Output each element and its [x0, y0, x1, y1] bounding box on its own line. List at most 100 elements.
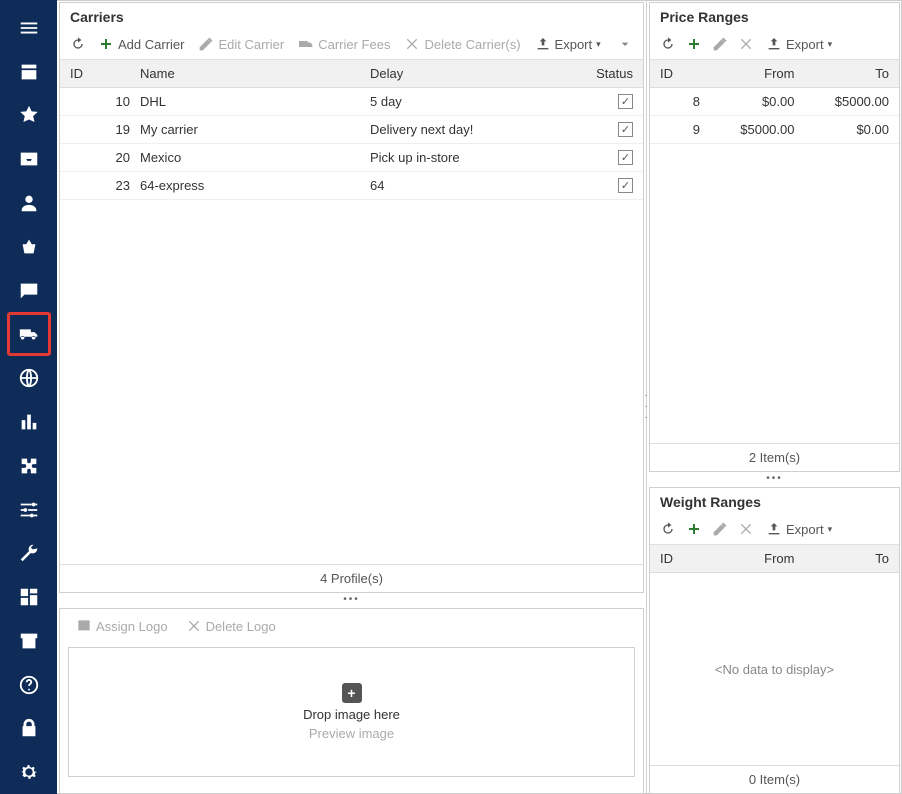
weight-ranges-panel: Weight Ranges Export ID From To <No data… [649, 487, 900, 794]
hsplit-handle[interactable]: ••• [57, 593, 646, 606]
export-carriers-button[interactable]: Export [529, 33, 607, 55]
dropzone-text: Drop image here [303, 707, 400, 722]
logo-panel: Assign Logo Delete Logo + Drop image her… [59, 608, 644, 794]
col-delay[interactable]: Delay [370, 66, 550, 81]
table-row[interactable]: 9$5000.00$0.00 [650, 116, 899, 144]
vsplit-handle[interactable]: ··· [643, 390, 649, 423]
weight-export-button[interactable]: Export [760, 518, 838, 540]
plus-icon: + [342, 683, 362, 703]
carriers-panel: Carriers Add Carrier Edit Carrier Carrie… [59, 2, 644, 593]
archive-icon[interactable] [7, 619, 51, 663]
table-row[interactable]: 2364-express64 ✓ [60, 172, 643, 200]
sidebar [0, 0, 57, 794]
lock-icon[interactable] [7, 707, 51, 751]
table-row[interactable]: 8$0.00$5000.00 [650, 88, 899, 116]
cell-status: ✓ [550, 122, 633, 137]
inbox-icon[interactable] [7, 137, 51, 181]
cell-status: ✓ [550, 94, 633, 109]
carriers-body: 10DHL5 day✓19My carrierDelivery next day… [60, 88, 643, 564]
price-add-button[interactable] [682, 33, 706, 55]
weight-footer: 0 Item(s) [650, 765, 899, 793]
delete-logo-button[interactable]: Delete Logo [180, 615, 282, 637]
cell-delay: Delivery next day! [370, 122, 550, 137]
pcol-to[interactable]: To [795, 66, 890, 81]
price-edit-button[interactable] [708, 33, 732, 55]
cell-status: ✓ [550, 178, 633, 193]
wcol-to[interactable]: To [795, 551, 890, 566]
cell-id: 9 [660, 122, 700, 137]
weight-edit-button[interactable] [708, 518, 732, 540]
cell-delay: 5 day [370, 94, 550, 109]
cell-name: Mexico [140, 150, 370, 165]
hsplit-handle-right[interactable]: ••• [647, 472, 902, 485]
status-checkbox[interactable]: ✓ [618, 94, 633, 109]
pcol-id[interactable]: ID [660, 66, 700, 81]
chart-icon[interactable] [7, 400, 51, 444]
add-carrier-button[interactable]: Add Carrier [92, 33, 190, 55]
weight-refresh-button[interactable] [656, 518, 680, 540]
col-name[interactable]: Name [140, 66, 370, 81]
status-checkbox[interactable]: ✓ [618, 150, 633, 165]
price-title: Price Ranges [650, 3, 899, 29]
cell-id: 19 [70, 122, 140, 137]
cell-id: 10 [70, 94, 140, 109]
person-icon[interactable] [7, 181, 51, 225]
chat-icon[interactable] [7, 269, 51, 313]
dropzone-preview-text: Preview image [309, 726, 394, 741]
price-toolbar: Export [650, 29, 899, 60]
cell-from: $5000.00 [700, 122, 795, 137]
col-status[interactable]: Status [550, 66, 633, 81]
store-icon[interactable] [7, 50, 51, 94]
cell-id: 20 [70, 150, 140, 165]
status-checkbox[interactable]: ✓ [618, 122, 633, 137]
star-icon[interactable] [7, 94, 51, 138]
weight-toolbar: Export [650, 514, 899, 545]
table-row[interactable]: 19My carrierDelivery next day!✓ [60, 116, 643, 144]
cell-name: DHL [140, 94, 370, 109]
status-checkbox[interactable]: ✓ [618, 178, 633, 193]
truck-icon[interactable] [7, 312, 51, 356]
table-row[interactable]: 20MexicoPick up in-store ✓ [60, 144, 643, 172]
refresh-button[interactable] [66, 33, 90, 55]
delete-carrier-button[interactable]: Delete Carrier(s) [398, 33, 526, 55]
cell-from: $0.00 [700, 94, 795, 109]
carriers-footer: 4 Profile(s) [60, 564, 643, 592]
carrier-fees-button[interactable]: Carrier Fees [292, 33, 396, 55]
wcol-id[interactable]: ID [660, 551, 700, 566]
assign-logo-button[interactable]: Assign Logo [70, 615, 174, 637]
menu-icon[interactable] [7, 6, 51, 50]
price-delete-button[interactable] [734, 33, 758, 55]
col-id[interactable]: ID [70, 66, 140, 81]
cell-id: 8 [660, 94, 700, 109]
wcol-from[interactable]: From [700, 551, 795, 566]
logo-dropzone[interactable]: + Drop image here Preview image [68, 647, 635, 777]
weight-add-button[interactable] [682, 518, 706, 540]
price-export-button[interactable]: Export [760, 33, 838, 55]
help-icon[interactable] [7, 663, 51, 707]
cell-delay: 64 [370, 178, 550, 193]
logo-toolbar: Assign Logo Delete Logo [60, 609, 643, 643]
dashboard-icon[interactable] [7, 575, 51, 619]
sliders-icon[interactable] [7, 488, 51, 532]
weight-header: ID From To [650, 545, 899, 573]
cell-to: $5000.00 [795, 94, 890, 109]
price-ranges-panel: Price Ranges Export ID From To 8$0.00$50… [649, 2, 900, 472]
puzzle-icon[interactable] [7, 444, 51, 488]
table-row[interactable]: 10DHL5 day ✓ [60, 88, 643, 116]
wrench-icon[interactable] [7, 531, 51, 575]
price-refresh-button[interactable] [656, 33, 680, 55]
globe-icon[interactable] [7, 356, 51, 400]
cell-delay: Pick up in-store [370, 150, 550, 165]
cell-name: 64-express [140, 178, 370, 193]
price-header: ID From To [650, 60, 899, 88]
carriers-overflow-button[interactable] [613, 33, 637, 55]
cell-id: 23 [70, 178, 140, 193]
basket-icon[interactable] [7, 225, 51, 269]
price-body: 8$0.00$5000.009$5000.00$0.00 [650, 88, 899, 443]
edit-carrier-button[interactable]: Edit Carrier [192, 33, 290, 55]
carriers-header: ID Name Delay Status [60, 60, 643, 88]
pcol-from[interactable]: From [700, 66, 795, 81]
weight-delete-button[interactable] [734, 518, 758, 540]
weight-nodata: <No data to display> [650, 573, 899, 765]
gear-icon[interactable] [7, 750, 51, 794]
